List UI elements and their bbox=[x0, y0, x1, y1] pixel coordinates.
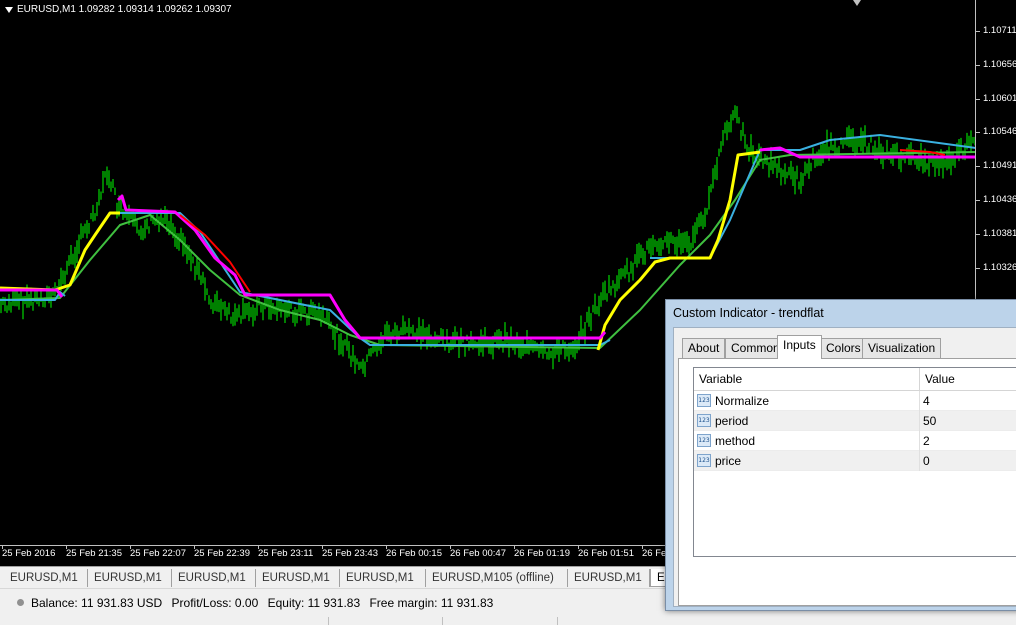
time-label: 26 Feb 00:47 bbox=[450, 548, 506, 559]
time-label: 25 Feb 22:07 bbox=[130, 548, 186, 559]
time-label: 26 Fe bbox=[642, 548, 667, 559]
chart-arrow-icon bbox=[5, 6, 13, 13]
time-label: 26 Feb 00:15 bbox=[386, 548, 442, 559]
row-divider bbox=[919, 451, 920, 471]
dialog-body: About Common Inputs Colors Visualization… bbox=[673, 327, 1016, 607]
dialog-title: Custom Indicator - trendflat bbox=[673, 306, 824, 320]
price-label: 1.10656 bbox=[983, 59, 1016, 70]
tab-about[interactable]: About bbox=[682, 338, 726, 358]
chart-tab[interactable]: EURUSD,M105 (offline) bbox=[426, 569, 568, 587]
custom-indicator-dialog[interactable]: Custom Indicator - trendflat About Commo… bbox=[665, 299, 1016, 611]
chart-shift-marker[interactable] bbox=[853, 0, 861, 6]
status-dot-icon bbox=[17, 599, 24, 606]
input-row-normalize[interactable]: 123 Normalize 4 bbox=[694, 391, 1016, 411]
chart-tab[interactable]: EURUSD,M1 bbox=[256, 569, 340, 587]
price-tick bbox=[975, 234, 980, 235]
inputs-panel: Variable Value 123 Normalize 4 123 perio… bbox=[678, 358, 1016, 606]
tab-inputs[interactable]: Inputs bbox=[777, 335, 822, 359]
price-label: 1.10546 bbox=[983, 126, 1016, 137]
price-label: 1.10601 bbox=[983, 93, 1016, 104]
chart-symbol-header: EURUSD,M1 1.09282 1.09314 1.09262 1.0930… bbox=[4, 4, 232, 15]
account-summary: Balance: 11 931.83 USD Profit/Loss: 0.00… bbox=[31, 596, 499, 610]
input-value[interactable]: 50 bbox=[923, 414, 936, 428]
chart-tab[interactable]: EURUSD,M1 bbox=[340, 569, 426, 587]
row-divider bbox=[919, 391, 920, 411]
integer-type-icon: 123 bbox=[697, 454, 711, 467]
price-label: 1.10491 bbox=[983, 160, 1016, 171]
tab-visualization[interactable]: Visualization bbox=[862, 338, 942, 358]
trendflat-up-segment bbox=[0, 211, 120, 292]
input-row-period[interactable]: 123 period 50 bbox=[694, 411, 1016, 431]
trendflat-flat-segment bbox=[120, 212, 611, 346]
price-label: 1.10711 bbox=[983, 25, 1016, 36]
input-value[interactable]: 4 bbox=[923, 394, 930, 408]
balance-text: Balance: 11 931.83 USD bbox=[31, 596, 163, 610]
input-row-price[interactable]: 123 price 0 bbox=[694, 451, 1016, 471]
price-tick bbox=[975, 31, 980, 32]
chart-tab[interactable]: EURUSD,M1 bbox=[172, 569, 256, 587]
price-tick bbox=[975, 132, 980, 133]
input-value[interactable]: 0 bbox=[923, 454, 930, 468]
input-value[interactable]: 2 bbox=[923, 434, 930, 448]
column-header-variable[interactable]: Variable bbox=[699, 372, 742, 386]
time-label: 25 Feb 22:39 bbox=[194, 548, 250, 559]
row-divider bbox=[919, 431, 920, 451]
tab-colors[interactable]: Colors bbox=[820, 338, 867, 358]
input-name: price bbox=[715, 454, 742, 468]
price-tick bbox=[975, 200, 980, 201]
inputs-grid[interactable]: Variable Value 123 Normalize 4 123 perio… bbox=[693, 367, 1016, 557]
input-name: method bbox=[715, 434, 756, 448]
grid-header: Variable Value bbox=[694, 368, 1016, 391]
price-tick bbox=[975, 65, 980, 66]
column-divider[interactable] bbox=[919, 368, 920, 390]
input-row-method[interactable]: 123 method 2 bbox=[694, 431, 1016, 451]
input-name: Normalize bbox=[715, 394, 770, 408]
chart-tab[interactable]: EURUSD,M1 bbox=[88, 569, 172, 587]
profit-loss-text: Profit/Loss: 0.00 bbox=[171, 596, 259, 610]
free-margin-text: Free margin: 11 931.83 bbox=[369, 596, 494, 610]
chart-tab-active[interactable]: E bbox=[650, 569, 666, 587]
price-label: 1.10326 bbox=[983, 262, 1016, 273]
price-label: 1.10436 bbox=[983, 194, 1016, 205]
integer-type-icon: 123 bbox=[697, 414, 711, 427]
chart-symbol-text: EURUSD,M1 1.09282 1.09314 1.09262 1.0930… bbox=[17, 4, 232, 15]
time-label: 26 Feb 01:51 bbox=[578, 548, 634, 559]
time-label: 25 Feb 21:35 bbox=[66, 548, 122, 559]
time-label: 26 Feb 01:19 bbox=[514, 548, 570, 559]
price-tick bbox=[975, 166, 980, 167]
time-label: 25 Feb 2016 bbox=[2, 548, 56, 559]
price-tick bbox=[975, 99, 980, 100]
equity-text: Equity: 11 931.83 bbox=[267, 596, 361, 610]
row-divider bbox=[919, 411, 920, 431]
integer-type-icon: 123 bbox=[697, 394, 711, 407]
time-label: 25 Feb 23:43 bbox=[322, 548, 378, 559]
integer-type-icon: 123 bbox=[697, 434, 711, 447]
chart-tab[interactable]: EURUSD,M1 bbox=[4, 569, 88, 587]
chart-tab[interactable]: EURUSD,M1 bbox=[568, 569, 650, 587]
price-tick bbox=[975, 268, 980, 269]
time-label: 25 Feb 23:11 bbox=[258, 548, 314, 559]
input-name: period bbox=[715, 414, 749, 428]
price-label: 1.10381 bbox=[983, 228, 1016, 239]
column-header-value[interactable]: Value bbox=[925, 372, 955, 386]
